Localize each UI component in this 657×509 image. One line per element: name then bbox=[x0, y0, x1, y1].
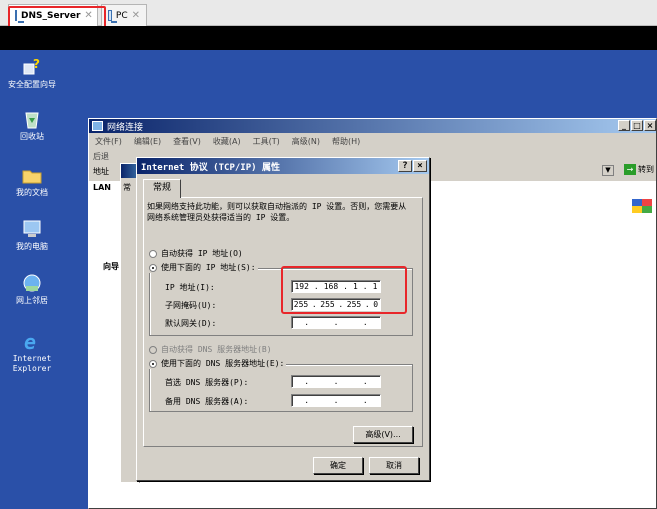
ok-button[interactable]: 确定 bbox=[313, 457, 363, 474]
tab-pc[interactable]: PC ✕ bbox=[101, 4, 147, 26]
advanced-button[interactable]: 高级(V)... bbox=[353, 426, 413, 443]
subnet-mask-label: 子网掩码(U): bbox=[165, 301, 217, 310]
radio-label: 使用下面的 IP 地址(S): bbox=[161, 263, 256, 272]
window-title: 网络连接 bbox=[107, 122, 144, 133]
radio-icon bbox=[149, 263, 157, 272]
dialog-title: Internet 协议 (TCP/IP) 属性 bbox=[141, 162, 280, 173]
back-button[interactable]: 后退 bbox=[93, 151, 109, 162]
vm-icon bbox=[108, 10, 117, 23]
svg-text:?: ? bbox=[33, 57, 40, 71]
wizard-group-label: 向导 bbox=[103, 262, 119, 271]
menu-edit[interactable]: 编辑(E) bbox=[134, 136, 161, 147]
folder-icon bbox=[22, 170, 42, 184]
maximize-button[interactable]: □ bbox=[631, 120, 643, 131]
network-connections-icon bbox=[92, 121, 103, 131]
close-button[interactable]: × bbox=[413, 160, 427, 172]
goto-button[interactable]: → 转到 bbox=[624, 164, 654, 175]
radio-manual-ip[interactable]: 使用下面的 IP 地址(S): bbox=[149, 262, 258, 273]
gateway-field[interactable]: ... bbox=[291, 316, 381, 329]
close-button[interactable]: × bbox=[644, 120, 656, 131]
chevron-down-icon[interactable]: ▼ bbox=[602, 165, 614, 176]
ip-address-label: IP 地址(I): bbox=[165, 283, 215, 292]
desktop-icon-label: 回收站 bbox=[20, 132, 44, 141]
menu-file[interactable]: 文件(F) bbox=[95, 136, 122, 147]
tab-general[interactable]: 常规 bbox=[143, 179, 181, 198]
recycle-bin-icon bbox=[25, 112, 39, 129]
alternate-dns-label: 备用 DNS 服务器(A): bbox=[165, 397, 249, 406]
radio-icon bbox=[149, 359, 157, 368]
radio-icon bbox=[149, 249, 157, 258]
desktop-icon-label: 我的电脑 bbox=[16, 242, 48, 251]
network-icon bbox=[23, 274, 41, 292]
tab-label: PC bbox=[115, 10, 128, 21]
radio-auto-ip[interactable]: 自动获得 IP 地址(O) bbox=[149, 248, 243, 259]
menu-bar: 文件(F) 编辑(E) 查看(V) 收藏(A) 工具(T) 高级(N) 帮助(H… bbox=[89, 133, 656, 149]
address-label: 地址 bbox=[93, 166, 109, 176]
vm-toolbar-strip bbox=[0, 26, 657, 50]
radio-label: 使用下面的 DNS 服务器地址(E): bbox=[161, 359, 285, 368]
radio-icon bbox=[149, 345, 157, 354]
help-button[interactable]: ? bbox=[398, 160, 412, 172]
preferred-dns-field[interactable]: ... bbox=[291, 375, 381, 388]
menu-favorites[interactable]: 收藏(A) bbox=[213, 136, 241, 147]
svg-text:e: e bbox=[24, 330, 36, 352]
radio-label: 自动获得 DNS 服务器地址(B) bbox=[161, 345, 272, 354]
dialog-titlebar: Internet 协议 (TCP/IP) 属性 ? × bbox=[137, 158, 429, 174]
desktop-icon-my-documents[interactable]: 我的文档 bbox=[4, 164, 60, 198]
desktop-icon-security-wizard[interactable]: ? 安全配置向导 bbox=[4, 56, 60, 90]
cancel-button[interactable]: 取消 bbox=[369, 457, 419, 474]
menu-tools[interactable]: 工具(T) bbox=[253, 136, 280, 147]
desktop-icon-label: 安全配置向导 bbox=[8, 80, 56, 89]
desktop-icon-label: Internet Explorer bbox=[12, 354, 52, 373]
menu-advanced[interactable]: 高级(N) bbox=[292, 136, 320, 147]
windows-logo-icon bbox=[632, 199, 652, 213]
highlight-box-ip bbox=[281, 266, 407, 314]
menu-help[interactable]: 帮助(H) bbox=[332, 136, 360, 147]
preferred-dns-label: 首选 DNS 服务器(P): bbox=[165, 378, 249, 387]
window-titlebar: 网络连接 _ □ × bbox=[89, 119, 656, 133]
arrow-right-icon: → bbox=[624, 164, 636, 175]
desktop-icon-label: 我的文档 bbox=[16, 188, 48, 197]
radio-auto-dns[interactable]: 自动获得 DNS 服务器地址(B) bbox=[149, 344, 272, 355]
alternate-dns-field[interactable]: ... bbox=[291, 394, 381, 407]
radio-manual-dns[interactable]: 使用下面的 DNS 服务器地址(E): bbox=[149, 358, 287, 369]
minimize-button[interactable]: _ bbox=[618, 120, 630, 131]
radio-label: 自动获得 IP 地址(O) bbox=[161, 249, 243, 258]
desktop-icon-my-computer[interactable]: 我的电脑 bbox=[4, 218, 60, 252]
desktop-icon-label: 网上邻居 bbox=[16, 296, 48, 305]
tcpip-properties-dialog: Internet 协议 (TCP/IP) 属性 ? × 常规 如果网络支持此功能… bbox=[136, 157, 430, 481]
lan-group-label: LAN bbox=[93, 183, 111, 192]
desktop-icon-internet-explorer[interactable]: e Internet Explorer bbox=[4, 330, 60, 374]
description-text: 如果网络支持此功能，则可以获取自动指派的 IP 设置。否则，您需要从网络系统管理… bbox=[147, 202, 407, 222]
gateway-label: 默认网关(D): bbox=[165, 319, 217, 328]
internet-explorer-icon: e bbox=[24, 330, 36, 352]
close-icon[interactable]: ✕ bbox=[132, 10, 140, 21]
desktop-icon-network-places[interactable]: 网上邻居 bbox=[4, 272, 60, 306]
desktop-icon-recycle-bin[interactable]: 回收站 bbox=[4, 108, 60, 142]
goto-label: 转到 bbox=[638, 165, 654, 174]
computer-icon bbox=[23, 220, 41, 237]
security-wizard-icon: ? bbox=[23, 57, 40, 75]
menu-view[interactable]: 查看(V) bbox=[173, 136, 201, 147]
